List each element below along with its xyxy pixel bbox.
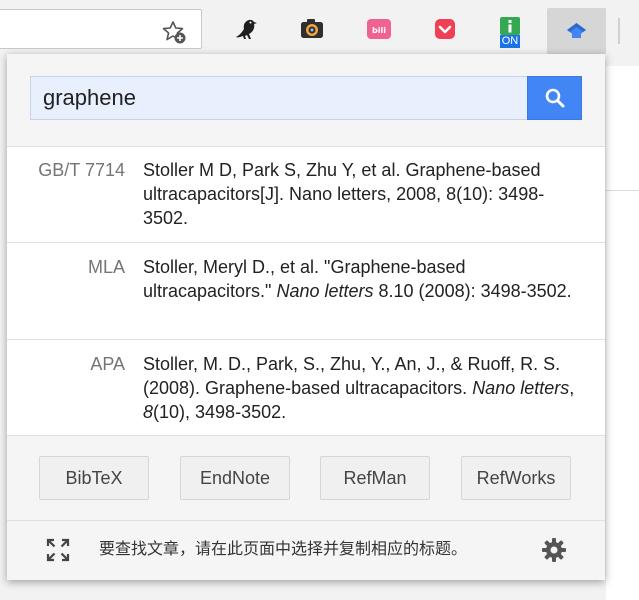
search-icon [545, 88, 564, 108]
bilibili-icon[interactable]: bili [364, 14, 394, 44]
citation-journal: Nano letters [472, 378, 570, 398]
refworks-button[interactable]: RefWorks [461, 456, 571, 500]
citation-label: MLA [87, 257, 125, 277]
fullscreen-icon[interactable] [45, 537, 71, 563]
citation-volume: 8 [143, 402, 154, 422]
citation-text[interactable]: Stoller M D, Park S, Zhu Y, et al. Graph… [143, 158, 583, 230]
toolbar-separator [618, 18, 620, 44]
citation-label: APA [90, 354, 125, 374]
scholar-icon [567, 23, 586, 38]
search-button[interactable] [527, 76, 582, 120]
bookmark-star-icon[interactable] [160, 18, 188, 46]
crow-icon[interactable] [231, 14, 261, 44]
search-area: graphene [7, 54, 605, 147]
citation-journal: Nano letters [276, 281, 374, 301]
citation-text[interactable]: Stoller, M. D., Park, S., Zhu, Y., An, J… [143, 352, 583, 424]
background-page [606, 66, 639, 600]
footer-hint: 要查找文章，请在此页面中选择并复制相应的标题。 [99, 541, 468, 558]
citation-label: GB/T 7714 [38, 160, 125, 180]
background-page-divider [606, 190, 639, 191]
on-badge: ON [499, 34, 521, 48]
scholar-popup: graphene GB/T 7714 Stoller M D, Park S, … [7, 54, 605, 580]
svg-text:bili: bili [372, 26, 386, 35]
popup-footer: 要查找文章，请在此页面中选择并复制相应的标题。 [7, 521, 605, 580]
search-input[interactable]: graphene [30, 76, 528, 120]
citation-text[interactable]: Stoller, Meryl D., et al. "Graphene-base… [143, 255, 583, 303]
citation-mla: MLA Stoller, Meryl D., et al. "Graphene-… [7, 243, 605, 340]
camera-icon[interactable] [297, 14, 327, 44]
citation-gbt7714: GB/T 7714 Stoller M D, Park S, Zhu Y, et… [7, 146, 605, 243]
citation-apa: APA Stoller, M. D., Park, S., Zhu, Y., A… [7, 340, 605, 436]
settings-gear-icon[interactable] [540, 536, 568, 564]
export-buttons-row: BibTeX EndNote RefMan RefWorks [7, 436, 605, 521]
bibtex-button[interactable]: BibTeX [39, 456, 149, 500]
scholar-extension-button[interactable] [547, 8, 606, 54]
info-on-icon[interactable]: ON [495, 14, 525, 50]
pocket-icon[interactable] [430, 14, 460, 44]
refman-button[interactable]: RefMan [320, 456, 430, 500]
endnote-button[interactable]: EndNote [180, 456, 290, 500]
